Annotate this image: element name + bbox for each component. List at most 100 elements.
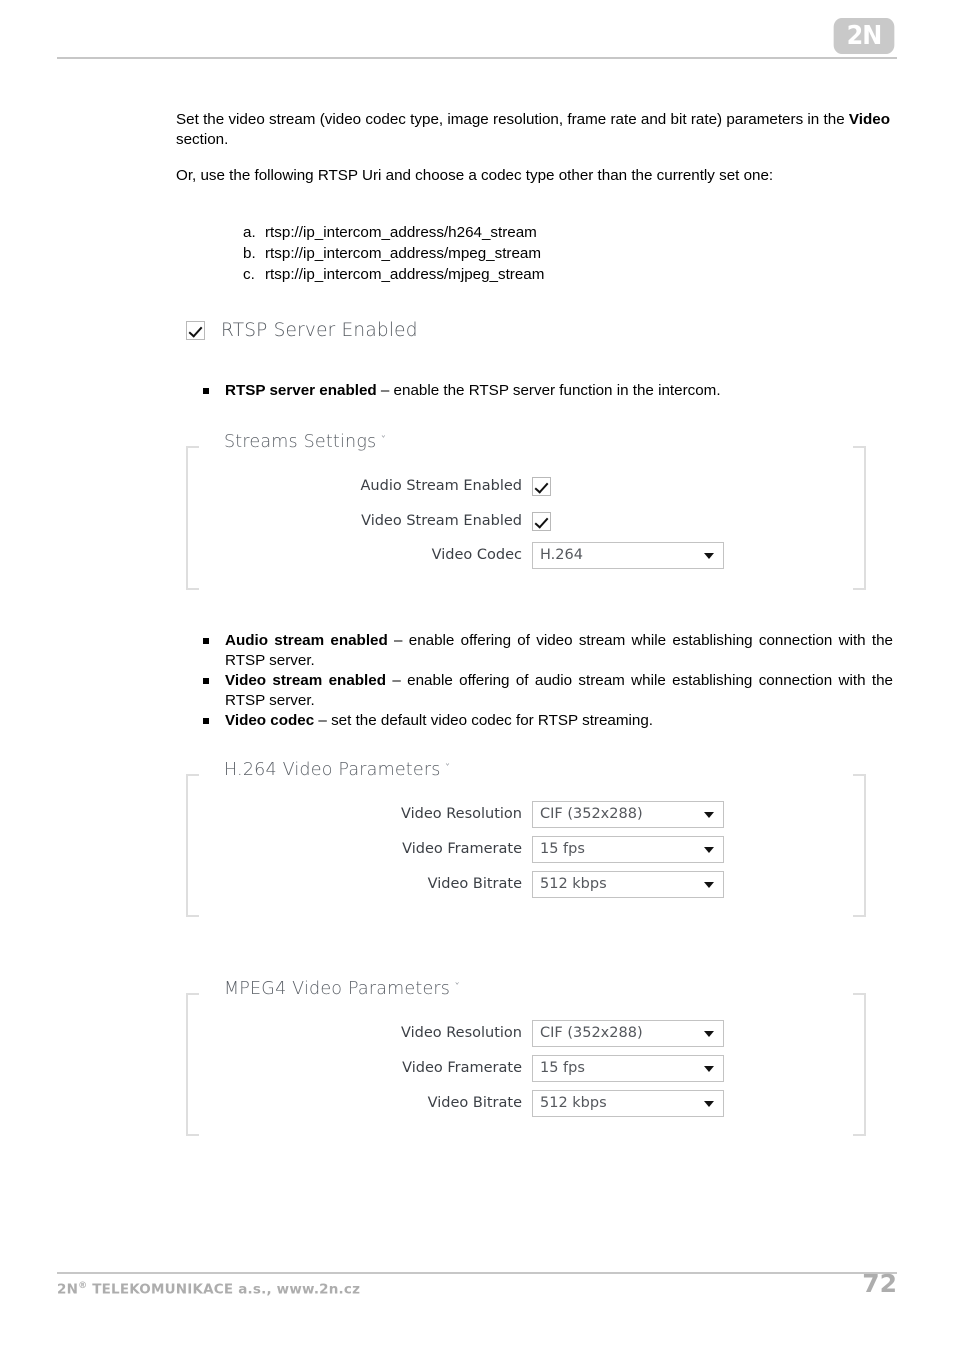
list-text-rest: – set the default video codec for RTSP s… [314, 712, 654, 729]
rtsp-server-enabled-checkbox[interactable] [186, 321, 205, 340]
page-number: 72 [862, 1269, 897, 1298]
list-text: rtsp://ip_intercom_address/h264_stream [265, 224, 537, 241]
chevron-down-icon[interactable] [704, 1031, 714, 1037]
rtsp-server-enabled-row[interactable]: RTSP Server Enabled [186, 320, 418, 341]
panel-corner-bottom-right [853, 915, 866, 917]
list-item: a. rtsp://ip_intercom_address/h264_strea… [243, 222, 544, 243]
list-item: Video codec – set the default video code… [203, 711, 893, 731]
chevron-down-icon[interactable]: ˇ [454, 981, 460, 995]
square-bullet-icon [203, 671, 225, 711]
field-label-video-codec: Video Codec [431, 547, 522, 563]
list-item: c. rtsp://ip_intercom_address/mjpeg_stre… [243, 264, 544, 285]
chevron-down-icon[interactable]: ˇ [380, 434, 386, 448]
field-label-video-framerate: Video Framerate [402, 841, 522, 857]
registered-mark-icon: ® [78, 1281, 88, 1291]
h264-video-framerate-select[interactable]: 15 fps [532, 835, 724, 863]
panel-title-h264-video-parameters[interactable]: H.264 Video Parameters ˇ [224, 760, 451, 780]
field-label-video-bitrate: Video Bitrate [427, 876, 522, 892]
video-codec-value: H.264 [540, 547, 583, 563]
footer-company-rest: TELEKOMUNIKACE a.s., www.2n.cz [87, 1281, 361, 1298]
bullet-list-rtsp: RTSP server enabled – enable the RTSP se… [203, 381, 893, 401]
field-row-h264-video-resolution: Video Resolution CIF (352x288) [216, 800, 724, 828]
field-label-video-resolution: Video Resolution [401, 1025, 522, 1041]
panel-title-text: Streams Settings [224, 432, 377, 452]
list-item: Audio stream enabled – enable offering o… [203, 631, 893, 671]
h264-video-resolution-select[interactable]: CIF (352x288) [532, 800, 724, 828]
field-row-h264-video-framerate: Video Framerate 15 fps [216, 835, 724, 863]
panel-h264-video-parameters: H.264 Video Parameters ˇ Video Resolution… [186, 760, 866, 917]
chevron-down-icon[interactable] [704, 882, 714, 888]
bullet-list-stream-options: Audio stream enabled – enable offering o… [203, 631, 893, 731]
panel-corner-top-left [186, 446, 199, 448]
panel-corner-top-right [853, 446, 866, 448]
panel-streams-settings: Streams Settings ˇ Audio Stream Enabled V… [186, 432, 866, 590]
panel-corner-bottom-left [186, 915, 199, 917]
panel-corner-bottom-right [853, 588, 866, 590]
list-text-bold: Video stream enabled [225, 672, 386, 689]
field-row-mpeg4-video-bitrate: Video Bitrate 512 kbps [216, 1089, 724, 1117]
panel-border-left [186, 774, 188, 917]
panel-title-text: MPEG4 Video Parameters [224, 979, 451, 999]
field-label-video-stream-enabled: Video Stream Enabled [361, 513, 522, 529]
mpeg4-video-resolution-select[interactable]: CIF (352x288) [532, 1019, 724, 1047]
panel-border-right [864, 774, 866, 917]
panel-corner-top-right [853, 993, 866, 995]
h264-video-bitrate-value: 512 kbps [540, 876, 607, 892]
panel-title-mpeg4-video-parameters[interactable]: MPEG4 Video Parameters ˇ [224, 979, 460, 999]
panel-corner-bottom-right [853, 1134, 866, 1136]
field-row-video-codec: Video Codec H.264 [216, 541, 724, 569]
list-item: Video stream enabled – enable offering o… [203, 671, 893, 711]
field-label-video-bitrate: Video Bitrate [427, 1095, 522, 1111]
list-text: rtsp://ip_intercom_address/mjpeg_stream [265, 266, 545, 283]
panel-title-text: H.264 Video Parameters [224, 760, 441, 780]
field-row-h264-video-bitrate: Video Bitrate 512 kbps [216, 870, 724, 898]
field-row-mpeg4-video-resolution: Video Resolution CIF (352x288) [216, 1019, 724, 1047]
square-bullet-icon [203, 711, 225, 731]
chevron-down-icon[interactable] [704, 553, 714, 559]
mpeg4-video-bitrate-select[interactable]: 512 kbps [532, 1089, 724, 1117]
audio-stream-enabled-checkbox[interactable] [532, 476, 551, 496]
field-row-mpeg4-video-framerate: Video Framerate 15 fps [216, 1054, 724, 1082]
list-text-bold: Video codec [225, 712, 315, 729]
field-row-audio-stream-enabled: Audio Stream Enabled [216, 473, 551, 499]
field-label-audio-stream-enabled: Audio Stream Enabled [360, 478, 523, 494]
list-text: Audio stream enabled – enable offering o… [225, 631, 893, 671]
rtsp-uri-list: a. rtsp://ip_intercom_address/h264_strea… [243, 222, 544, 285]
panel-corner-top-left [186, 993, 199, 995]
panel-border-left [186, 446, 188, 590]
h264-video-resolution-value: CIF (352x288) [540, 806, 643, 822]
panel-corner-top-left [186, 774, 199, 776]
paragraph-text-1b: section. [176, 131, 229, 148]
field-label-video-framerate: Video Framerate [402, 1060, 522, 1076]
panel-mpeg4-video-parameters: MPEG4 Video Parameters ˇ Video Resolution… [186, 979, 866, 1136]
list-text: Video stream enabled – enable offering o… [225, 671, 893, 711]
list-text-bold: Audio stream enabled [225, 632, 388, 649]
h264-video-framerate-value: 15 fps [540, 841, 585, 857]
paragraph-video-stream: Set the video stream (video codec type, … [176, 110, 890, 150]
chevron-down-icon[interactable] [704, 1066, 714, 1072]
chevron-down-icon[interactable] [704, 1101, 714, 1107]
paragraph-text-1a: Set the video stream (video codec type, … [176, 111, 849, 128]
list-text: Video codec – set the default video code… [225, 711, 893, 731]
chevron-down-icon[interactable]: ˇ [445, 762, 451, 776]
footer-company: 2N® TELEKOMUNIKACE a.s., www.2n.cz [57, 1281, 360, 1298]
mpeg4-video-framerate-value: 15 fps [540, 1060, 585, 1076]
video-stream-enabled-checkbox[interactable] [532, 511, 551, 531]
video-codec-select[interactable]: H.264 [532, 541, 724, 569]
list-text: RTSP server enabled – enable the RTSP se… [225, 381, 893, 401]
mpeg4-video-framerate-select[interactable]: 15 fps [532, 1054, 724, 1082]
panel-border-right [864, 446, 866, 590]
panel-title-streams-settings[interactable]: Streams Settings ˇ [224, 432, 387, 452]
h264-video-bitrate-select[interactable]: 512 kbps [532, 870, 724, 898]
chevron-down-icon[interactable] [704, 847, 714, 853]
list-text: rtsp://ip_intercom_address/mpeg_stream [265, 245, 542, 262]
panel-corner-top-right [853, 774, 866, 776]
field-row-video-stream-enabled: Video Stream Enabled [216, 508, 551, 534]
header-divider [57, 57, 897, 59]
paragraph-rtsp-uri: Or, use the following RTSP Uri and choos… [176, 167, 774, 184]
panel-border-left [186, 993, 188, 1136]
field-label-video-resolution: Video Resolution [401, 806, 522, 822]
list-marker: c. [243, 266, 255, 283]
chevron-down-icon[interactable] [704, 812, 714, 818]
footer-divider [57, 1272, 897, 1274]
